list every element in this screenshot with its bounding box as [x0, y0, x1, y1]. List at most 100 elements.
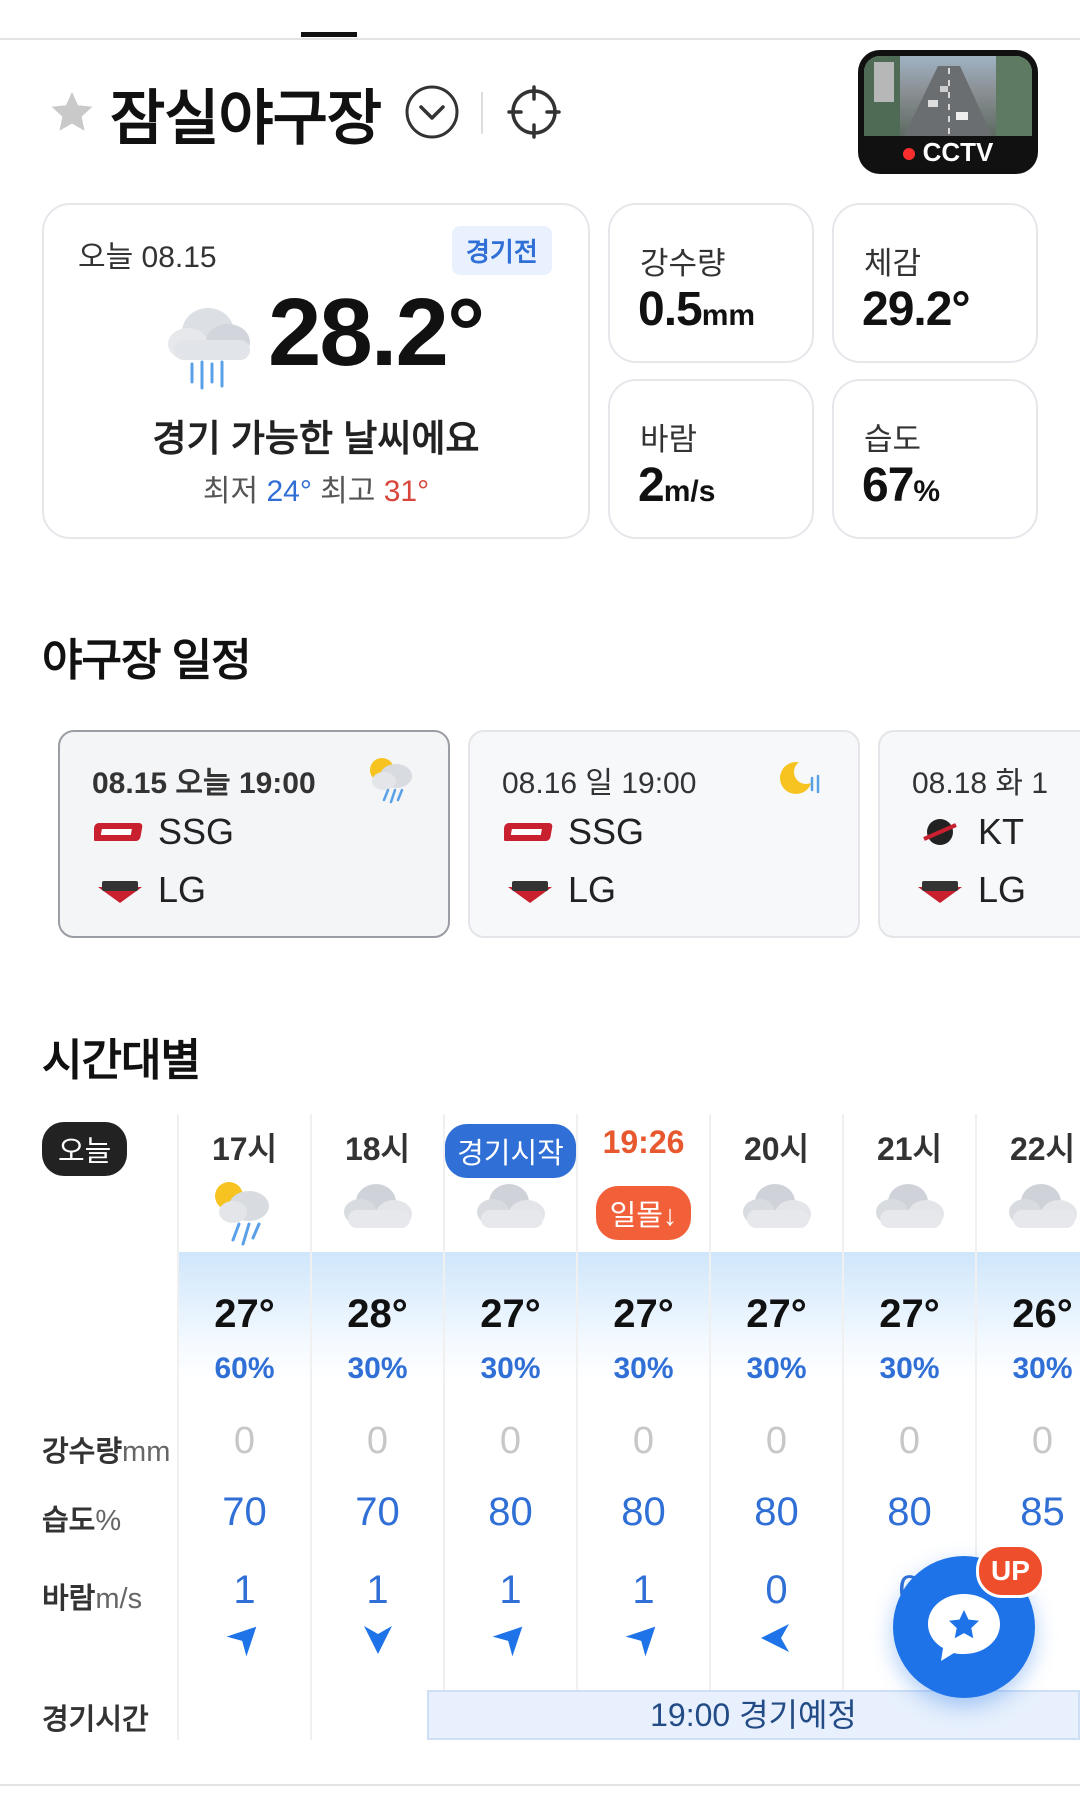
location-target-icon[interactable] — [506, 84, 562, 140]
feels-like-label: 체감 — [864, 246, 922, 281]
hour-temperature: 27° — [214, 1292, 275, 1336]
hour-humidity: 85 — [1020, 1490, 1065, 1534]
hour-rain: 0 — [499, 1420, 522, 1462]
humidity-label: 습도 — [864, 422, 922, 457]
sunset-badge: 일몰↓ — [595, 1186, 692, 1240]
away-team: LG — [914, 868, 1026, 912]
precip-probability: 30% — [613, 1352, 674, 1385]
cloud-icon — [476, 1184, 545, 1228]
sun-rain-icon — [370, 758, 412, 804]
landers-logo-icon — [504, 823, 553, 841]
current-temperature: 28.2° — [268, 279, 485, 386]
precip-probability: 30% — [746, 1352, 807, 1385]
wind-row-label: 바람m/s — [42, 1583, 143, 1615]
schedule-title: 야구장 일정 — [42, 636, 252, 685]
hour-rain: 0 — [366, 1420, 389, 1462]
fab-badge: UP — [976, 1544, 1045, 1598]
schedule-card[interactable]: 08.15 오늘 19:00 SSG LG — [58, 730, 450, 938]
header-separator — [481, 92, 483, 134]
precip-label: 강수량 — [640, 246, 726, 281]
hour-humidity: 80 — [887, 1490, 932, 1534]
hour-temperature: 27° — [746, 1292, 807, 1336]
sun-rain-icon — [214, 1182, 269, 1246]
column-divider — [576, 1114, 578, 1740]
sunset-time: 19:26 — [602, 1124, 685, 1160]
schedule-card[interactable]: 08.16 일 19:00 SSG LG — [468, 730, 860, 938]
precip-probability: 60% — [214, 1352, 275, 1385]
home-team: KT — [914, 810, 1024, 854]
hour-rain: 0 — [233, 1420, 256, 1462]
hour-wind: 1 — [366, 1568, 389, 1612]
cctv-label: CCTV — [858, 137, 1038, 168]
hour-temperature: 27° — [613, 1292, 674, 1336]
cloud-icon — [343, 1184, 412, 1228]
hour-humidity: 80 — [621, 1490, 666, 1534]
feels-like-value: 29.2° — [862, 283, 971, 336]
twins-logo-icon — [98, 881, 142, 903]
humidity-row-label: 습도% — [42, 1505, 122, 1537]
rain-row-label: 강수량mm — [42, 1436, 171, 1468]
hour-temperature: 28° — [347, 1292, 408, 1336]
bottom-divider — [0, 1784, 1080, 1786]
today-pill: 오늘 — [42, 1122, 128, 1176]
hour-rain: 0 — [632, 1420, 655, 1462]
hour-wind: 0 — [765, 1568, 788, 1612]
wind-direction-icon — [492, 1626, 522, 1657]
cloud-icon — [1008, 1184, 1077, 1228]
cctv-thumbnail — [864, 56, 1032, 136]
weather-summary: 경기 가능한 날씨에요 — [152, 418, 480, 459]
humidity-value: 67% — [862, 459, 941, 512]
schedule-card[interactable]: 08.18 화 1 KT LG — [878, 730, 1080, 938]
precip-probability: 30% — [347, 1352, 408, 1385]
wind-direction-icon — [625, 1626, 655, 1657]
hour-wind: 1 — [233, 1568, 256, 1612]
precip-value: 0.5mm — [638, 283, 756, 336]
favorite-star-icon[interactable] — [48, 88, 96, 136]
game-date: 08.15 오늘 19:00 — [92, 767, 316, 800]
column-divider — [310, 1114, 312, 1740]
hour-label: 20시 — [743, 1131, 810, 1167]
away-team: LG — [504, 868, 616, 912]
ktwiz-logo-icon — [923, 819, 957, 845]
hour-humidity: 80 — [488, 1490, 533, 1534]
cloud-icon — [742, 1184, 811, 1228]
hour-temperature: 26° — [1012, 1292, 1073, 1336]
hour-label: 18시 — [344, 1131, 411, 1167]
column-divider — [443, 1114, 445, 1740]
game-time-row-label: 경기시간 — [42, 1704, 149, 1736]
home-team: SSG — [94, 810, 234, 854]
hour-humidity: 70 — [222, 1490, 267, 1534]
hour-label: 22시 — [1009, 1131, 1076, 1167]
min-max-temperature: 최저 24° 최고 31° — [202, 475, 430, 508]
hourly-title: 시간대별 — [42, 1036, 201, 1085]
hour-rain: 0 — [898, 1420, 921, 1462]
column-divider — [842, 1114, 844, 1740]
schedule-carousel[interactable]: 08.15 오늘 19:00 SSG LG 08.16 일 19:00 SSG … — [42, 730, 1080, 940]
hour-temperature: 27° — [879, 1292, 940, 1336]
moon-rain-icon — [780, 760, 820, 794]
game-date: 08.16 일 19:00 — [502, 767, 697, 800]
cctv-button[interactable]: CCTV — [858, 50, 1038, 174]
hour-wind: 1 — [499, 1568, 522, 1612]
twins-logo-icon — [918, 881, 962, 903]
page-title: 잠실야구장 — [110, 85, 382, 152]
rain-cloud-icon — [168, 308, 250, 390]
column-divider — [177, 1114, 179, 1740]
hour-humidity: 70 — [355, 1490, 400, 1534]
wind-direction-icon — [363, 1626, 392, 1654]
chevron-down-icon[interactable] — [404, 84, 460, 140]
top-divider — [0, 38, 1080, 40]
hour-humidity: 80 — [754, 1490, 799, 1534]
twins-logo-icon — [508, 881, 552, 903]
wind-direction-icon — [226, 1626, 256, 1657]
precip-probability: 30% — [1012, 1352, 1073, 1385]
wind-label: 바람 — [640, 422, 698, 457]
precip-probability: 30% — [480, 1352, 541, 1385]
precip-probability: 30% — [879, 1352, 940, 1385]
wind-direction-icon — [760, 1624, 789, 1652]
away-team: LG — [94, 868, 206, 912]
today-date: 오늘 08.15 — [78, 241, 217, 274]
active-tab-indicator — [301, 32, 357, 37]
hour-label: 21시 — [876, 1131, 943, 1167]
game-start-pill: 경기시작 — [445, 1124, 576, 1178]
